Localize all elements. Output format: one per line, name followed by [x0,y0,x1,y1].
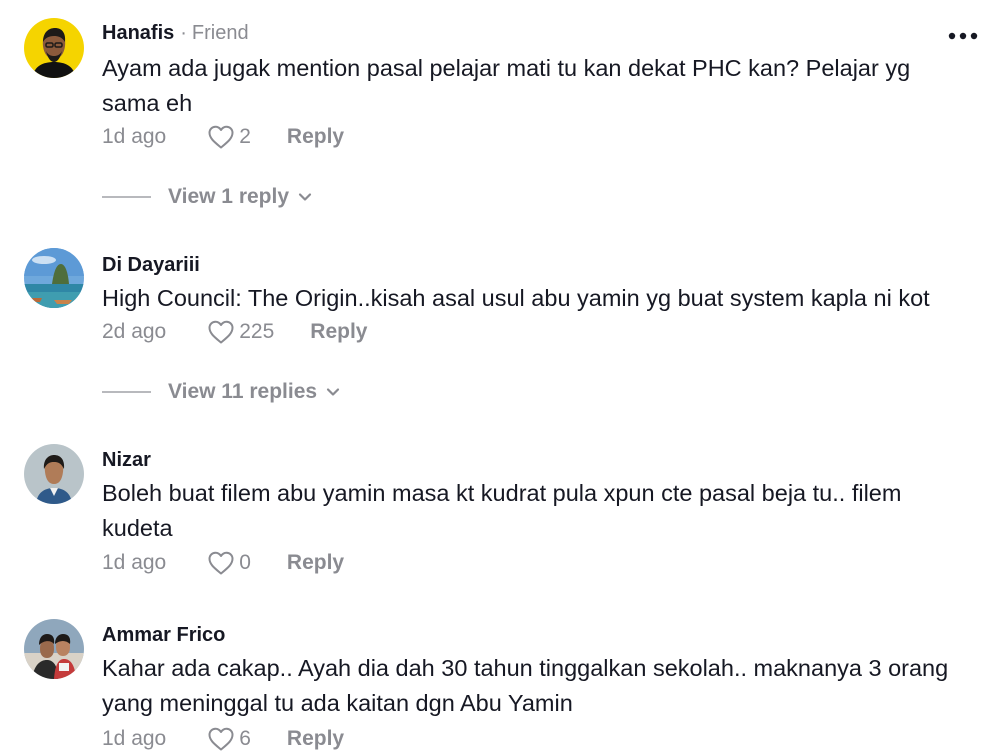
username[interactable]: Di Dayariii [102,254,200,276]
username-row: Ammar Frico [102,622,225,648]
username[interactable]: Ammar Frico [102,624,225,646]
username[interactable]: Hanafis [102,22,174,44]
comment-meta: 2d ago 225 Reply [102,317,367,347]
avatar[interactable] [24,18,84,78]
comment-text: High Council: The Origin..kisah asal usu… [102,285,930,311]
like-button[interactable]: 0 [207,550,251,576]
person-avatar-icon [24,18,84,78]
landscape-avatar-icon [24,248,84,308]
heart-outline-icon [208,727,234,751]
like-count: 0 [239,551,251,574]
view-replies-label: View 11 replies [168,380,318,403]
username-row: Nizar [102,447,151,473]
comment-meta: 1d ago 0 Reply [102,548,344,578]
friend-badge: Friend [191,22,249,44]
username-row: Hanafis · Friend [102,20,249,46]
comment-meta: 1d ago 6 Reply [102,724,344,754]
timestamp: 2d ago [102,320,167,343]
reply-button[interactable]: Reply [287,125,344,149]
chevron-down-icon [326,388,340,396]
comment-text: Boleh buat filem abu yamin masa kt kudra… [102,480,902,541]
avatar[interactable] [24,444,84,504]
view-replies-label: View 1 reply [168,185,290,208]
timestamp: 1d ago [102,551,167,574]
heart-outline-icon [208,551,234,575]
timestamp: 1d ago [102,125,167,148]
view-replies-button[interactable]: View 11 replies [102,377,341,407]
person-avatar-icon [24,444,84,504]
avatar[interactable] [24,619,84,679]
heart-outline-icon [208,125,234,149]
like-count: 225 [239,320,275,343]
like-count: 6 [239,727,251,750]
like-button[interactable]: 225 [207,319,274,345]
like-count: 2 [239,125,251,148]
reply-button[interactable]: Reply [287,727,344,751]
comment-meta: 1d ago 2 Reply [102,122,344,152]
divider-line [102,196,151,198]
person-avatar-icon [24,619,84,679]
username-row: Di Dayariii [102,252,200,278]
comment-text: Ayam ada jugak mention pasal pelajar mat… [102,55,911,116]
more-options-icon [948,32,978,40]
timestamp: 1d ago [102,727,167,750]
heart-outline-icon [208,320,234,344]
comment-text: Kahar ada cakap.. Ayah dia dah 30 tahun … [102,655,949,716]
reply-button[interactable]: Reply [310,320,367,344]
view-replies-button[interactable]: View 1 reply [102,182,313,212]
like-button[interactable]: 2 [207,124,251,150]
divider-line [102,391,151,393]
separator: · [180,22,187,44]
like-button[interactable]: 6 [207,726,251,752]
reply-button[interactable]: Reply [287,551,344,575]
avatar[interactable] [24,248,84,308]
username[interactable]: Nizar [102,449,151,471]
chevron-down-icon [298,193,312,201]
more-options-button[interactable] [944,25,982,47]
